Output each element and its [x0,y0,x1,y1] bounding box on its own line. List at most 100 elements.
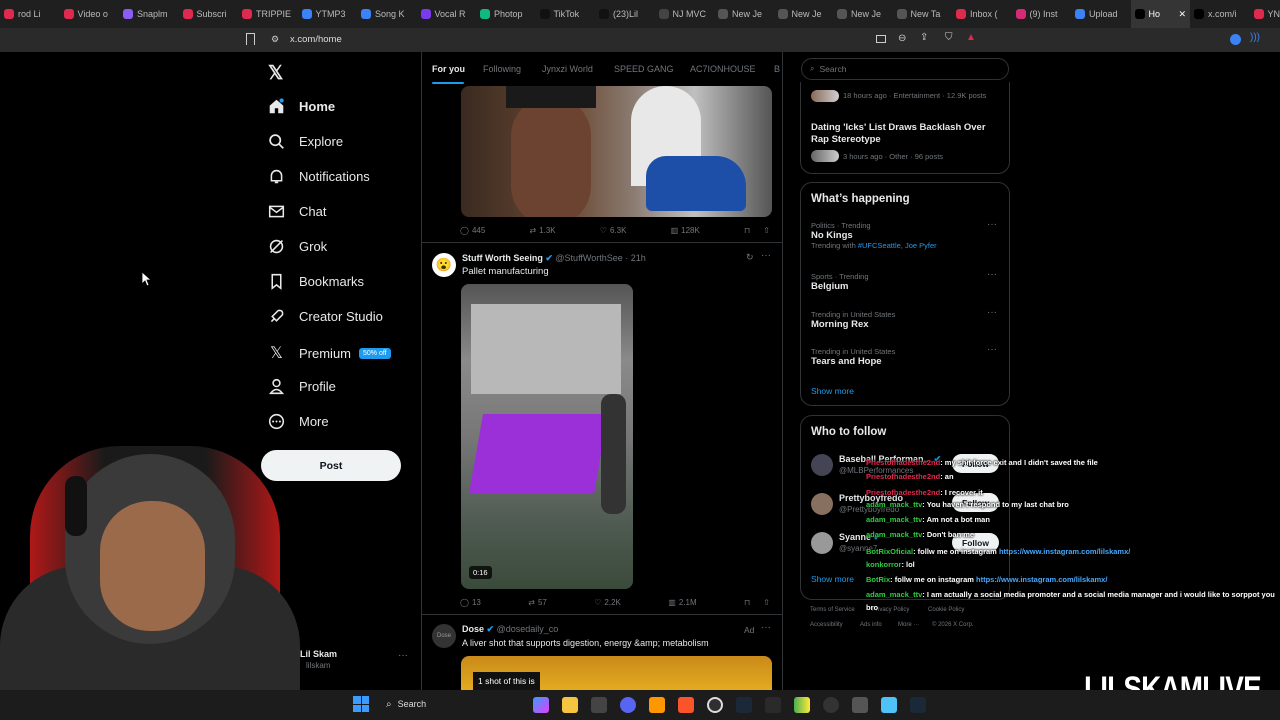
post-video[interactable]: 0:16 [461,284,633,589]
browser-tab[interactable]: YTMP3 [298,0,358,28]
browser-tab[interactable]: TRIPPIE [238,0,298,28]
close-tab-icon[interactable]: ✕ [1178,9,1186,20]
browser-tab[interactable]: rod Li [0,0,60,28]
app-icon[interactable] [823,697,839,713]
repost-button[interactable]: ⇄ 1.3K [529,226,555,235]
obs-icon[interactable] [707,697,723,713]
views-button[interactable]: ▥ 2.1M [668,598,696,607]
alert-icon[interactable]: ▲ [966,32,976,43]
nav-more[interactable]: More [268,413,329,430]
steam-icon[interactable] [736,697,752,713]
share-icon[interactable]: ⇧ [763,598,770,607]
windows-start-icon[interactable] [353,696,369,712]
post-more-icon[interactable]: ··· [761,622,771,633]
news-title[interactable]: Dating 'Icks' List Draws Backlash Over R… [811,122,1001,146]
browser-tab[interactable]: Photop [476,0,536,28]
tab-jynxzi-world[interactable]: Jynxzi World [542,64,593,74]
browser-tab[interactable]: New Je [774,0,834,28]
browser-tab[interactable]: x.com/i [1190,0,1250,28]
nav-bookmarks[interactable]: Bookmarks [268,273,364,290]
steam-icon[interactable] [910,697,926,713]
post-author[interactable]: Stuff Worth Seeing ✔ @StuffWorthSee · 21… [462,253,646,264]
trend-tags[interactable]: #UFCSeattle, Joe Pyfer [858,241,937,250]
brave-icon[interactable] [678,697,694,713]
bookmark-post-button[interactable]: ⊓ ⇧ [744,598,770,607]
nav-grok[interactable]: Grok [268,238,327,255]
browser-tab[interactable]: Video o [60,0,120,28]
tab-for-you[interactable]: For you [432,64,465,74]
browser-tab[interactable]: New Je [714,0,774,28]
nav-profile[interactable]: Profile [268,378,336,395]
browser-tab[interactable]: Song K [357,0,417,28]
search-box[interactable]: ⌕ Search [801,58,1009,80]
x-logo[interactable]: 𝕏 [268,62,283,85]
reply-button[interactable]: ◯ 13 [460,598,481,607]
trend-more-icon[interactable]: ··· [987,307,997,318]
ad-image[interactable]: 1 shot of this is [461,656,772,690]
nav-home[interactable]: Home [268,98,335,115]
bookmark-star-icon[interactable] [246,33,255,45]
avatar[interactable] [811,454,833,476]
tab-following[interactable]: Following [483,64,521,74]
browser-tab[interactable]: TikTok [536,0,596,28]
footer-terms-link[interactable]: Terms of Service [810,607,855,613]
avatar[interactable] [811,493,833,515]
url-text[interactable]: x.com/home [290,34,342,45]
app-icon[interactable] [765,697,781,713]
trend-item[interactable]: Sports · Trending Belgium [811,272,869,292]
account-more-icon[interactable]: ··· [398,650,408,661]
audio-icon[interactable]: ))) [1250,32,1260,43]
browser-tab[interactable]: Inbox ( [952,0,1012,28]
bookmark-post-button[interactable]: ⊓ ⇧ [744,226,770,235]
footer-ads-link[interactable]: Ads info [860,622,882,628]
zoom-icon[interactable]: ⊖ [898,33,906,44]
trend-item[interactable]: Trending in United States Morning Rex [811,310,895,330]
browser-tab[interactable]: (9) Inst [1012,0,1072,28]
trend-more-icon[interactable]: ··· [987,344,997,355]
views-button[interactable]: ▥ 128K [671,226,700,235]
browser-tab[interactable]: Snaplm [119,0,179,28]
tab-ac7ionhouse[interactable]: AC7IONHOUSE [690,64,756,74]
post-image[interactable] [461,86,772,217]
footer-more-link[interactable]: More ··· [898,622,919,628]
file-explorer-icon[interactable] [562,697,578,713]
browser-tab[interactable]: Vocal R [417,0,477,28]
like-button[interactable]: ♡ 6.3K [600,226,627,235]
show-more-link[interactable]: Show more [811,574,854,584]
share-icon[interactable]: ⇧ [763,226,770,235]
taskbar-search[interactable]: ⌕ Search [380,695,492,713]
app-icon[interactable] [649,697,665,713]
account-name[interactable]: Lil Skam [300,649,337,659]
browser-tab[interactable]: New Je [833,0,893,28]
discord-icon[interactable] [620,697,636,713]
reply-button[interactable]: ◯ 445 [460,226,485,235]
nav-chat[interactable]: Chat [268,203,326,220]
avatar[interactable]: 😮 [432,253,456,277]
nav-premium[interactable]: 𝕏 Premium 50% off [268,343,391,363]
browser-tab[interactable]: New Ta [893,0,953,28]
grok-post-icon[interactable]: ↻ [746,252,754,263]
trend-item[interactable]: Trending in United States Tears and Hope [811,347,895,367]
browser-tab[interactable]: Subscri [179,0,239,28]
footer-cookie-link[interactable]: Cookie Policy [928,607,964,613]
browser-tab[interactable]: NJ MVC [655,0,715,28]
app-icon[interactable] [852,697,868,713]
tab-more[interactable]: B [774,64,780,74]
post-more-icon[interactable]: ··· [761,250,771,261]
shield-icon[interactable]: ⛉ [945,32,953,43]
avatar[interactable] [811,532,833,554]
browser-tab[interactable]: Ho ✕ [1130,0,1190,28]
share-icon[interactable]: ⇪ [920,32,928,43]
post-author[interactable]: Dose ✔ @dosedaily_co [462,624,558,635]
copilot-icon[interactable] [533,697,549,713]
install-icon[interactable] [876,35,886,43]
show-more-link[interactable]: Show more [811,386,854,396]
nav-explore[interactable]: Explore [268,133,343,150]
app-icon[interactable] [794,697,810,713]
site-settings-icon[interactable]: ⚙ [271,34,279,45]
footer-accessibility-link[interactable]: Accessibility [810,622,843,628]
extension-icon[interactable] [1230,34,1241,45]
repost-button[interactable]: ⇄ 57 [528,598,547,607]
trend-more-icon[interactable]: ··· [987,269,997,280]
nav-creator-studio[interactable]: Creator Studio [268,308,383,325]
